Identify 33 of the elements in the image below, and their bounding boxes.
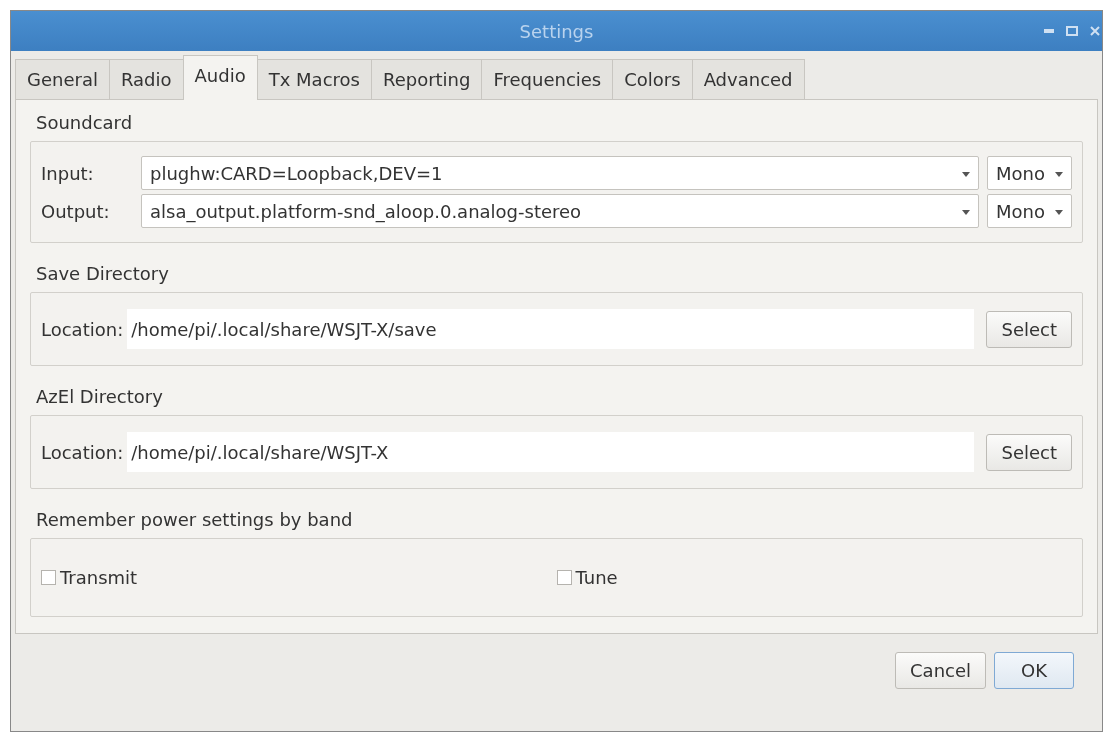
device-dropdown[interactable]: plughw:CARD=Loopback,DEV=1 <box>141 156 980 190</box>
tab[interactable]: Reporting <box>370 59 483 100</box>
tab[interactable]: Advanced <box>691 59 805 100</box>
field-label: Output: <box>41 200 111 222</box>
checkbox[interactable] <box>556 570 572 585</box>
checkbox-label: Transmit <box>60 567 138 588</box>
tab[interactable]: Frequencies <box>481 59 614 100</box>
device-dropdown[interactable]: alsa_output.platform-snd_aloop.0.analog-stereo <box>141 194 980 228</box>
group-title: AzEl Directory <box>35 385 164 409</box>
group-title: Soundcard <box>35 111 134 135</box>
dialog-button[interactable]: Cancel <box>895 652 986 689</box>
tab[interactable]: Audio <box>182 55 258 100</box>
field-label: Location: <box>41 441 124 463</box>
tab[interactable]: Tx Macros <box>256 59 372 100</box>
dialog-button[interactable]: OK <box>994 652 1074 689</box>
field-label: Location: <box>41 318 124 340</box>
select-button[interactable]: Select <box>986 310 1072 348</box>
location-field[interactable]: /home/pi/.local/share/WSJT-X/save <box>127 309 975 349</box>
tab[interactable]: Radio <box>108 59 184 100</box>
select-button[interactable]: Select <box>986 433 1072 471</box>
channel-dropdown[interactable]: Mono <box>987 194 1072 228</box>
checkbox-label: Tune <box>575 567 618 588</box>
maximize-icon[interactable] <box>1066 26 1078 36</box>
checkbox[interactable] <box>41 570 56 585</box>
group-title: Remember power settings by band <box>35 508 354 532</box>
window-title: Settings <box>519 20 594 42</box>
close-icon[interactable] <box>1090 26 1100 36</box>
tab[interactable]: Colors <box>612 59 693 100</box>
location-field[interactable]: /home/pi/.local/share/WSJT-X <box>127 432 975 472</box>
field-label: Input: <box>41 162 95 184</box>
channel-dropdown[interactable]: Mono <box>987 156 1072 190</box>
group-title: Save Directory <box>35 262 170 286</box>
tab[interactable]: General <box>15 59 110 100</box>
